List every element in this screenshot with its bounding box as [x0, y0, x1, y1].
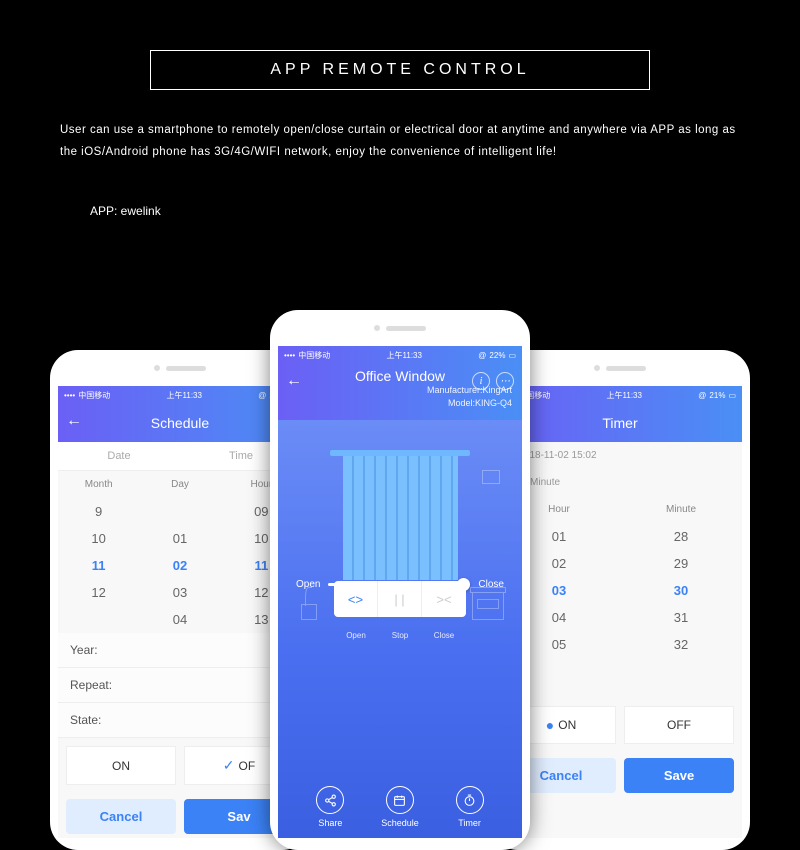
status-time: 上午11:33: [607, 390, 642, 401]
device-model: Model:KING-Q4: [278, 397, 522, 410]
signal-icon: ••••: [64, 391, 75, 400]
cancel-button[interactable]: Cancel: [66, 799, 176, 834]
app-header: ← Schedule: [58, 404, 302, 442]
picker-row[interactable]: 0128: [498, 523, 742, 550]
timer-created: n:2018-11-02 15:02: [498, 442, 742, 469]
status-bar: ••••中国移动 上午11:33 @21%▭: [498, 386, 742, 404]
picker-row[interactable]: 0413: [58, 606, 302, 633]
tab-date[interactable]: Date: [58, 442, 180, 471]
status-time: 上午11:33: [167, 390, 202, 401]
state-row: State:: [58, 703, 302, 738]
device-manufacturer: Manufacturer:KingArt: [278, 384, 522, 397]
open-btn-label: Open: [334, 631, 378, 640]
screen-schedule: ••••中国移动 上午11:33 @21%▭ ← Schedule Date T…: [58, 386, 302, 838]
picker-row-selected[interactable]: 110211: [58, 552, 302, 579]
picker-row[interactable]: 100110: [58, 525, 302, 552]
open-button[interactable]: <>: [334, 581, 378, 617]
picker-row[interactable]: 0532: [498, 631, 742, 658]
phone-device: ••••中国移动 上午11:33 @22%▭ ← Office Window i…: [270, 310, 530, 850]
phone-mockups: ••••中国移动 上午11:33 @21%▭ ← Schedule Date T…: [0, 310, 800, 850]
frame-icon: [482, 470, 500, 484]
banner-description: User can use a smartphone to remotely op…: [60, 120, 740, 164]
year-row[interactable]: Year:Th: [58, 633, 302, 668]
nav-timer[interactable]: Timer: [456, 786, 484, 828]
phone-bezel-top: [270, 310, 530, 346]
bottom-nav: Share Schedule Timer: [278, 786, 522, 828]
device-footer: Share Schedule Timer: [278, 650, 522, 838]
banner-title: APP REMOTE CONTROL: [150, 50, 650, 90]
curtain-visual: Open Close <> | | >< Open Stop Close: [278, 420, 522, 650]
app-header: ← Office Window i ⋯ Manufacturer:KingArt…: [278, 364, 522, 420]
signal-icon: ••••: [284, 351, 295, 360]
battery-icon: ▭: [508, 351, 516, 360]
open-label: Open: [296, 579, 320, 590]
timer-duration: ur30Minute: [498, 469, 742, 496]
close-btn-label: Close: [422, 631, 466, 640]
picker-row-selected[interactable]: 0330: [498, 577, 742, 604]
curtain-icon: [335, 450, 465, 580]
battery-icon: ▭: [728, 391, 736, 400]
state-toggle: ON ✓OF: [58, 738, 302, 793]
check-icon: ●: [546, 717, 554, 733]
page-title: Schedule: [58, 415, 302, 431]
status-bar: ••••中国移动 上午11:33 @21%▭: [58, 386, 302, 404]
state-off-button[interactable]: OFF: [624, 706, 734, 744]
battery-percent: 21%: [709, 391, 725, 400]
status-bar: ••••中国移动 上午11:33 @22%▭: [278, 346, 522, 364]
close-label: Close: [478, 579, 504, 590]
col-minute: Minute: [620, 496, 742, 523]
repeat-row[interactable]: Repeat:Onl: [58, 668, 302, 703]
control-buttons: <> | | ><: [334, 581, 466, 617]
picker-row[interactable]: 0229: [498, 550, 742, 577]
save-button[interactable]: Save: [624, 758, 734, 793]
screen-timer: ••••中国移动 上午11:33 @21%▭ ← Timer n:2018-11…: [498, 386, 742, 838]
schedule-tabs: Date Time: [58, 442, 302, 471]
nav-schedule[interactable]: Schedule: [381, 786, 419, 828]
picker-header: Month Day Hour: [58, 471, 302, 498]
calendar-icon: [386, 786, 414, 814]
check-icon: ✓: [223, 757, 235, 774]
picker-row[interactable]: 120312: [58, 579, 302, 606]
carrier: 中国移动: [298, 350, 330, 361]
footer-buttons: Cancel Save: [498, 752, 742, 799]
col-day: Day: [139, 471, 220, 498]
app-header: ← Timer: [498, 404, 742, 442]
timer-icon: [456, 786, 484, 814]
battery-percent: 22%: [489, 351, 505, 360]
col-month: Month: [58, 471, 139, 498]
picker-row[interactable]: 909: [58, 498, 302, 525]
carrier: 中国移动: [78, 390, 110, 401]
stop-button[interactable]: | |: [378, 581, 422, 617]
state-toggle: ●ON OFF: [498, 698, 742, 752]
stop-btn-label: Stop: [378, 631, 422, 640]
app-label: APP: ewelink: [90, 204, 800, 218]
nav-share[interactable]: Share: [316, 786, 344, 828]
picker-header: Hour Minute: [498, 496, 742, 523]
status-time: 上午11:33: [387, 350, 422, 361]
share-icon: [316, 786, 344, 814]
page-title: Timer: [498, 415, 742, 431]
close-button[interactable]: ><: [422, 581, 466, 617]
state-on-button[interactable]: ON: [66, 746, 176, 785]
picker-row[interactable]: 0431: [498, 604, 742, 631]
back-arrow-icon[interactable]: ←: [66, 412, 82, 430]
screen-device: ••••中国移动 上午11:33 @22%▭ ← Office Window i…: [278, 346, 522, 838]
